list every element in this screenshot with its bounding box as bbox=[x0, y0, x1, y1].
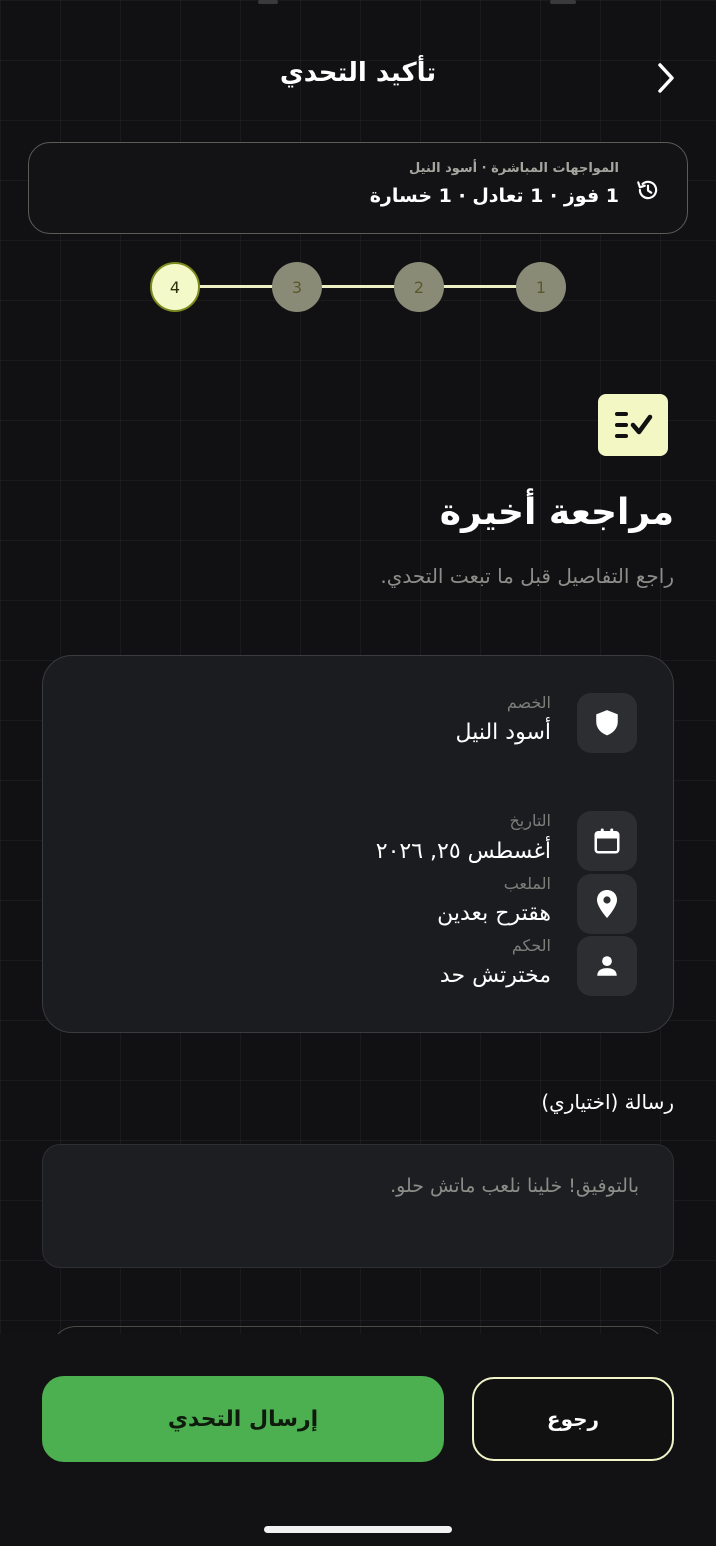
shield-icon bbox=[596, 710, 618, 736]
opponent-value: أسود النيل bbox=[455, 720, 551, 745]
status-bar-hint bbox=[258, 0, 278, 4]
head-to-head-card: المواجهات المباشرة · أسود النيل 1 فوز · … bbox=[28, 142, 688, 234]
referee-icon-tile bbox=[577, 936, 637, 996]
date-label: التاريخ bbox=[509, 811, 551, 830]
message-placeholder: بالتوفيق! خلينا نلعب ماتش حلو. bbox=[390, 1175, 639, 1197]
opponent-icon-tile bbox=[577, 693, 637, 753]
date-value: أغسطس ٢٥, ٢٠٢٦ bbox=[375, 839, 551, 864]
back-button[interactable] bbox=[646, 58, 686, 98]
status-bar-hint bbox=[550, 0, 576, 4]
send-challenge-button[interactable]: إرسال التحدي bbox=[42, 1376, 444, 1462]
checklist-icon bbox=[598, 394, 668, 456]
date-icon-tile bbox=[577, 811, 637, 871]
step-3: 3 bbox=[272, 262, 322, 312]
message-label: رسالة (اختياري) bbox=[541, 1090, 674, 1114]
stepper-line bbox=[175, 285, 541, 288]
chevron-right-icon bbox=[658, 63, 674, 93]
referee-value: مخترتش حد bbox=[439, 963, 551, 988]
step-2: 2 bbox=[394, 262, 444, 312]
home-indicator bbox=[264, 1526, 452, 1533]
section-subtitle: راجع التفاصيل قبل ما تبعت التحدي. bbox=[380, 564, 674, 588]
step-4-current: 4 bbox=[150, 262, 200, 312]
progress-stepper: 1 2 3 4 bbox=[150, 262, 566, 312]
venue-label: الملعب bbox=[503, 874, 551, 893]
venue-icon-tile bbox=[577, 874, 637, 934]
section-title: مراجعة أخيرة bbox=[439, 492, 674, 533]
venue-value: هقترح بعدين bbox=[437, 901, 551, 926]
person-icon bbox=[597, 956, 617, 976]
step-1: 1 bbox=[516, 262, 566, 312]
back-step-button[interactable]: رجوع bbox=[472, 1377, 674, 1461]
history-icon bbox=[637, 180, 658, 200]
page-title: تأكيد التحدي bbox=[279, 58, 437, 88]
calendar-icon bbox=[594, 828, 620, 854]
message-input[interactable]: بالتوفيق! خلينا نلعب ماتش حلو. bbox=[42, 1144, 674, 1268]
opponent-label: الخصم bbox=[506, 693, 551, 712]
header: تأكيد التحدي bbox=[0, 48, 716, 104]
challenge-details-card: الخصم أسود النيل التاريخ أغسطس ٢٥, ٢٠٢٦ … bbox=[42, 655, 674, 1033]
head-to-head-record: 1 فوز · 1 تعادل · 1 خسارة bbox=[369, 185, 619, 207]
referee-label: الحكم bbox=[511, 936, 551, 955]
head-to-head-label: المواجهات المباشرة · أسود النيل bbox=[409, 161, 619, 176]
location-pin-icon bbox=[597, 890, 617, 918]
